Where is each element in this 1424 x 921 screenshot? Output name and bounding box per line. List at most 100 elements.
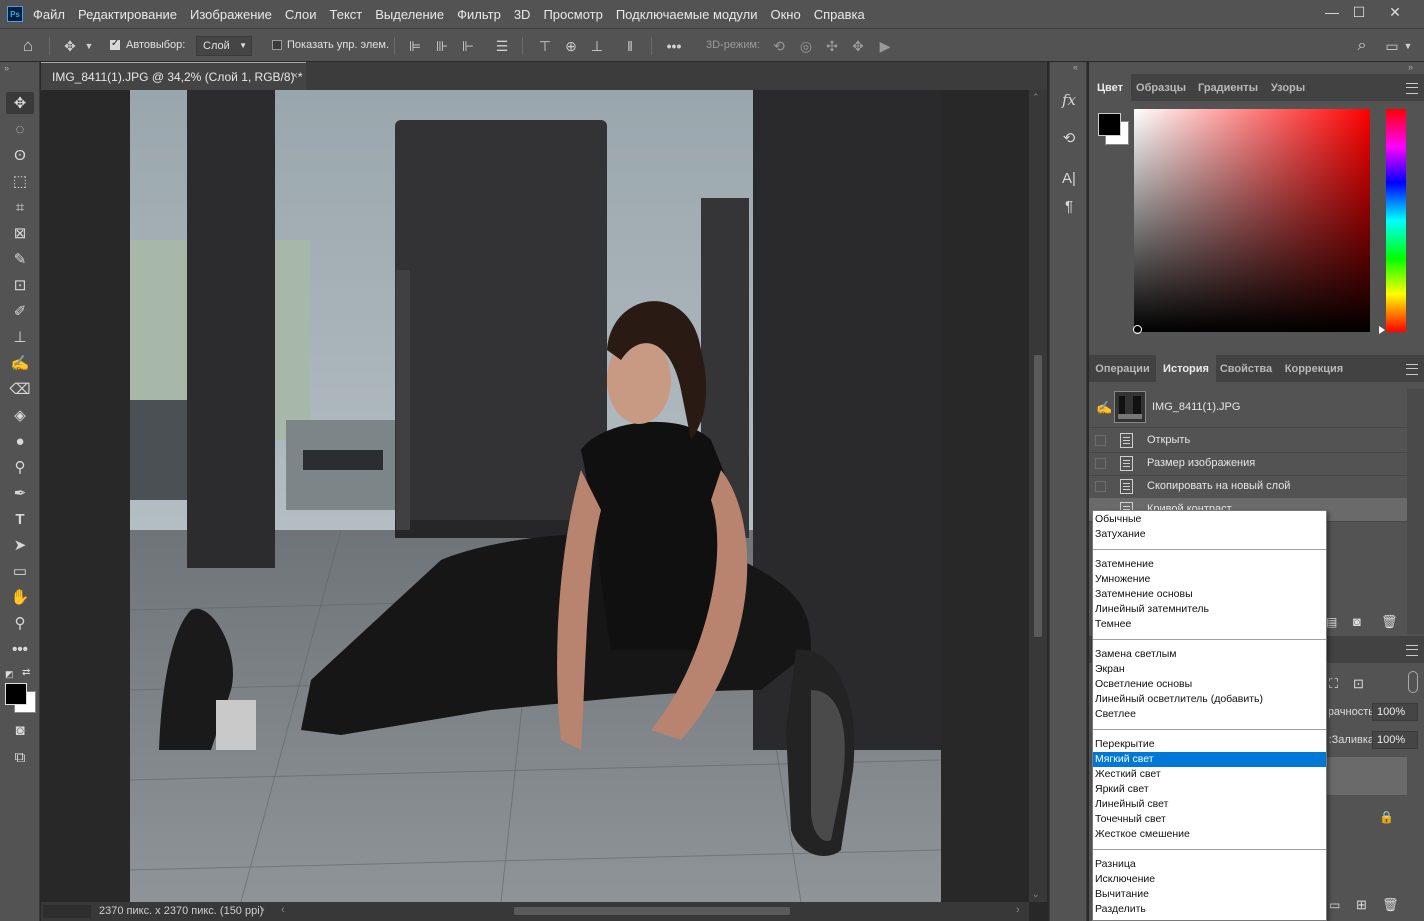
menu-type[interactable]: Текст — [330, 7, 363, 22]
blend-mode-option-selected[interactable]: Мягкий свет — [1093, 752, 1326, 767]
healing-brush-tool-icon[interactable]: ⊡ — [6, 274, 34, 296]
tab-gradients[interactable]: Градиенты — [1191, 74, 1265, 101]
eraser-tool-icon[interactable]: ⌫ — [6, 378, 34, 400]
menu-edit[interactable]: Редактирование — [78, 7, 177, 22]
menu-select[interactable]: Выделение — [375, 7, 444, 22]
blend-mode-option[interactable]: Разница — [1093, 857, 1326, 872]
chevron-down-icon[interactable]: ▼ — [83, 37, 95, 55]
menu-help[interactable]: Справка — [814, 7, 865, 22]
menu-layers[interactable]: Слои — [285, 7, 317, 22]
chevron-down-icon[interactable]: ▼ — [1402, 37, 1414, 55]
home-icon[interactable]: ⌂ — [18, 36, 38, 55]
hand-tool-icon[interactable]: ✋ — [6, 586, 34, 608]
paint-bucket-tool-icon[interactable]: ◈ — [6, 404, 34, 426]
rectangle-tool-icon[interactable]: ▭ — [6, 560, 34, 582]
new-group-icon[interactable]: ▭ — [1329, 898, 1340, 912]
blend-mode-option[interactable]: Разделить — [1093, 902, 1326, 917]
collapse-icon[interactable]: » — [4, 63, 9, 73]
menu-plugins[interactable]: Подключаемые модули — [616, 7, 758, 22]
zoom-tool-icon[interactable]: ⚲ — [6, 612, 34, 634]
blend-mode-option[interactable]: Затемнение основы — [1093, 587, 1326, 602]
blend-mode-option[interactable]: Перекрытие — [1093, 737, 1326, 752]
object-select-tool-icon[interactable]: ⬚ — [6, 170, 34, 192]
opacity-field[interactable]: 100% ⌄ — [1372, 703, 1418, 721]
auto-select-checkbox[interactable] — [110, 38, 120, 50]
menu-file[interactable]: Файл — [33, 7, 65, 22]
vertical-scroll-thumb[interactable] — [1034, 355, 1042, 637]
search-icon[interactable]: ⌕ — [1352, 37, 1372, 55]
swap-colors-icon[interactable]: ⇄ — [22, 667, 30, 678]
menu-filter[interactable]: Фильтр — [457, 7, 501, 22]
filter-toggle[interactable] — [1408, 671, 1418, 693]
auto-select-dropdown[interactable]: Слой ▼ — [196, 36, 252, 56]
horizontal-scroll-thumb[interactable] — [514, 907, 790, 915]
blend-mode-option[interactable]: Светлее — [1093, 707, 1326, 722]
color-picker-handle[interactable] — [1133, 325, 1142, 334]
lock-icon[interactable]: 🔒 — [1379, 810, 1394, 824]
zoom-field[interactable] — [43, 905, 91, 918]
menu-3d[interactable]: 3D — [514, 7, 531, 22]
distribute-vertical-icon[interactable]: ‖ — [621, 37, 639, 55]
chevron-left-icon[interactable]: ‹ — [281, 904, 285, 916]
align-top-icon[interactable]: ⊤ — [536, 37, 554, 55]
blend-mode-option[interactable]: Затемнение — [1093, 557, 1326, 572]
document-tab[interactable]: IMG_8411(1).JPG @ 34,2% (Слой 1, RGB/8) … — [41, 62, 306, 90]
blend-mode-option[interactable]: Жесткое смешение — [1093, 827, 1326, 842]
menu-image[interactable]: Изображение — [190, 7, 272, 22]
menu-view[interactable]: Просмотр — [543, 7, 602, 22]
more-options-icon[interactable]: ••• — [664, 37, 684, 55]
pen-tool-icon[interactable]: ✒ — [6, 482, 34, 504]
trash-icon[interactable]: 🗑 — [1381, 614, 1398, 630]
align-middle-icon[interactable]: ⊕ — [562, 37, 580, 55]
blend-mode-option[interactable]: Яркий свет — [1093, 782, 1326, 797]
canvas-area[interactable] — [41, 90, 1029, 902]
show-transform-checkbox[interactable] — [272, 40, 282, 50]
panel-menu-icon[interactable] — [1406, 364, 1418, 375]
new-document-icon[interactable]: ▤ — [1326, 615, 1337, 629]
blend-mode-option[interactable]: Обычные — [1093, 512, 1326, 527]
distribute-horizontal-icon[interactable]: ☰ — [493, 37, 511, 55]
move-tool-icon[interactable]: ✥ — [6, 92, 34, 114]
lasso-tool-icon[interactable]: ʘ — [6, 144, 34, 166]
tab-color[interactable]: Цвет — [1089, 74, 1131, 101]
chevron-right-icon[interactable]: › — [1016, 904, 1020, 916]
blend-mode-option[interactable]: Жесткий свет — [1093, 767, 1326, 782]
tab-properties[interactable]: Свойства — [1216, 355, 1276, 382]
lock-artboard-icon[interactable]: ⛶ — [1329, 676, 1338, 692]
roll-3d-icon[interactable]: ◎ — [797, 37, 815, 55]
blend-mode-option[interactable]: Осветление основы — [1093, 677, 1326, 692]
orbit-3d-icon[interactable]: ⟲ — [770, 37, 788, 55]
new-layer-icon[interactable]: ⊞ — [1356, 897, 1367, 913]
dodge-tool-icon[interactable]: ⚲ — [6, 456, 34, 478]
align-left-icon[interactable]: ⊫ — [406, 37, 424, 55]
paragraph-panel-icon[interactable]: ¶ — [1059, 196, 1079, 216]
history-item-checkbox[interactable] — [1095, 435, 1106, 446]
chevron-down-icon[interactable]: ⌄ — [1032, 889, 1040, 900]
frame-tool-icon[interactable]: ⊠ — [6, 222, 34, 244]
lock-all-icon[interactable]: ⊡ — [1353, 676, 1364, 692]
blend-mode-option[interactable]: Темнее — [1093, 617, 1326, 632]
panel-menu-icon[interactable] — [1406, 83, 1418, 94]
type-tool-icon[interactable]: T — [6, 508, 34, 530]
close-icon[interactable]: × — [292, 70, 298, 82]
history-brush-icon[interactable]: ⟲ — [1059, 128, 1079, 148]
styles-fx-icon[interactable]: fx — [1059, 90, 1079, 110]
quick-mask-icon[interactable]: ◙ — [6, 719, 34, 741]
history-item[interactable]: Открыть — [1089, 429, 1407, 453]
character-panel-icon[interactable]: A| — [1059, 168, 1079, 188]
close-button[interactable]: ✕ — [1377, 0, 1413, 24]
blend-mode-option[interactable]: Линейный свет — [1093, 797, 1326, 812]
trash-icon[interactable]: 🗑 — [1382, 897, 1399, 913]
stamp-tool-icon[interactable]: ⊥ — [6, 326, 34, 348]
edit-toolbar-icon[interactable]: ••• — [6, 638, 34, 660]
blend-mode-option[interactable]: Линейный затемнитель — [1093, 602, 1326, 617]
camera-icon[interactable]: ◙ — [1353, 614, 1361, 629]
history-scrollbar[interactable] — [1407, 389, 1424, 634]
blend-mode-option[interactable]: Затухание — [1093, 527, 1326, 542]
crop-tool-icon[interactable]: ⌗ — [6, 196, 34, 218]
history-item[interactable]: Скопировать на новый слой — [1089, 475, 1407, 499]
vertical-scrollbar[interactable]: ⌃ ⌄ — [1029, 90, 1047, 902]
tab-actions[interactable]: Операции — [1089, 355, 1156, 382]
slide-3d-icon[interactable]: ✥ — [849, 37, 867, 55]
collapse-icon[interactable]: » — [1408, 62, 1413, 72]
